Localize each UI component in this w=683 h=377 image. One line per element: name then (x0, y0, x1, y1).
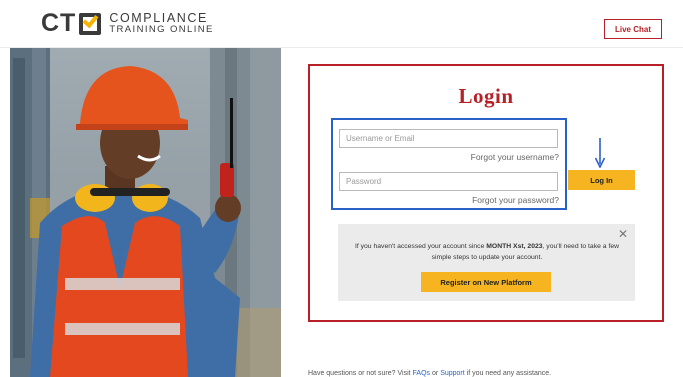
notice-date: MONTH Xst, 2023 (486, 243, 543, 250)
login-title: Login (458, 84, 514, 108)
faqs-link[interactable]: FAQs (413, 370, 431, 377)
help-text: Have questions or not sure? Visit FAQs o… (308, 370, 551, 377)
logo-mark: CT (41, 9, 102, 37)
username-input[interactable] (339, 129, 558, 148)
help-text-start: Have questions or not sure? Visit (308, 370, 413, 377)
forgot-username-link[interactable]: Forgot your username? (471, 152, 559, 162)
logo-line-2: TRAINING ONLINE (109, 23, 214, 35)
login-card: Login Forgot your username? Forgot your … (308, 64, 664, 322)
support-link[interactable]: Support (440, 370, 465, 377)
logo-check-icon (79, 11, 102, 35)
ctg-logo[interactable]: CT COMPLIANCE TRAINING ONLINE (41, 11, 214, 36)
close-icon[interactable]: ✕ (618, 227, 628, 241)
hero-photo (10, 48, 281, 377)
live-chat-button[interactable]: Live Chat (604, 19, 662, 39)
notice-message: If you haven't accessed your account sin… (352, 241, 622, 263)
notice-text-start: If you haven't accessed your account sin… (354, 243, 487, 250)
register-new-platform-button[interactable]: Register on New Platform (421, 272, 551, 292)
logo-line-1: COMPLIANCE (109, 10, 208, 25)
arrow-down-icon (595, 138, 605, 168)
password-input[interactable] (339, 172, 558, 191)
site-header: CT COMPLIANCE TRAINING ONLINE Live Chat (0, 0, 683, 48)
logo-wordmark: COMPLIANCE TRAINING ONLINE (109, 10, 214, 36)
help-text-end: if you need any assistance. (464, 370, 552, 377)
login-button[interactable]: Log In (568, 170, 635, 190)
credentials-highlight-box: Forgot your username? Forgot your passwo… (331, 118, 567, 210)
worker-illustration (10, 48, 281, 377)
forgot-password-link[interactable]: Forgot your password? (472, 195, 559, 205)
logo-letters: CT (41, 9, 77, 37)
migration-notice: ✕ If you haven't accessed your account s… (338, 224, 635, 301)
help-text-mid: or (430, 370, 441, 377)
